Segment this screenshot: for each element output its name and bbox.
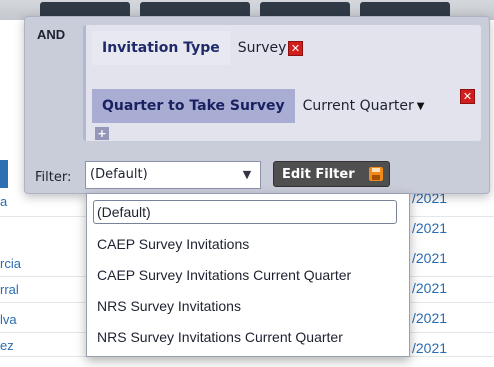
row-name[interactable]: lva — [0, 312, 17, 327]
filter-label: Filter: — [35, 170, 72, 185]
condition-value: Survey — [237, 40, 287, 56]
row-date: /2021 — [412, 280, 448, 296]
condition-row-invitation-type: Invitation Type Survey ▼ — [92, 31, 305, 65]
condition-row-quarter: Quarter to Take Survey Current Quarter ▼ — [92, 89, 432, 123]
remove-condition-icon[interactable]: ✕ — [460, 89, 475, 104]
filter-select[interactable]: (Default) ▼ — [85, 161, 261, 189]
logical-operator-label[interactable]: AND — [37, 27, 65, 42]
condition-value: Current Quarter — [302, 98, 414, 114]
row-name[interactable]: rral — [0, 282, 19, 297]
dropdown-option[interactable]: NRS Survey Invitations Current Quarter — [93, 325, 401, 349]
row-date: /2021 — [412, 250, 448, 266]
dropdown-option[interactable]: CAEP Survey Invitations Current Quarter — [93, 263, 401, 287]
row-date: /2021 — [412, 340, 448, 356]
dropdown-option[interactable]: NRS Survey Invitations — [93, 294, 401, 318]
row-name[interactable]: a — [0, 194, 7, 209]
row-name[interactable]: ez — [0, 338, 14, 353]
dropdown-arrow-icon[interactable]: ▼ — [234, 162, 260, 188]
edit-filter-button[interactable]: Edit Filter — [273, 161, 390, 187]
dropdown-option-default[interactable]: (Default) — [93, 200, 397, 224]
add-condition-button[interactable]: + — [95, 127, 109, 140]
dropdown-option[interactable]: CAEP Survey Invitations — [93, 232, 401, 256]
caret-down-icon: ▼ — [416, 100, 425, 112]
save-icon — [369, 167, 383, 181]
row-date: /2021 — [412, 220, 448, 236]
row-name[interactable]: rcia — [0, 256, 21, 271]
condition-field[interactable]: Quarter to Take Survey — [92, 89, 295, 123]
background-row-highlight — [0, 160, 8, 188]
remove-condition-icon[interactable]: ✕ — [288, 41, 303, 56]
condition-group: Invitation Type Survey ▼ ✕ Quarter to Ta… — [83, 25, 481, 141]
condition-field[interactable]: Invitation Type — [92, 31, 230, 65]
condition-value-dropdown[interactable]: Current Quarter ▼ — [295, 89, 433, 123]
row-date: /2021 — [412, 310, 448, 326]
filter-selected-value: (Default) — [90, 167, 148, 182]
edit-filter-label: Edit Filter — [282, 166, 355, 182]
filter-builder-panel: AND Invitation Type Survey ▼ ✕ Quarter t… — [24, 16, 490, 194]
filter-dropdown-list: (Default) CAEP Survey Invitations CAEP S… — [86, 193, 410, 357]
